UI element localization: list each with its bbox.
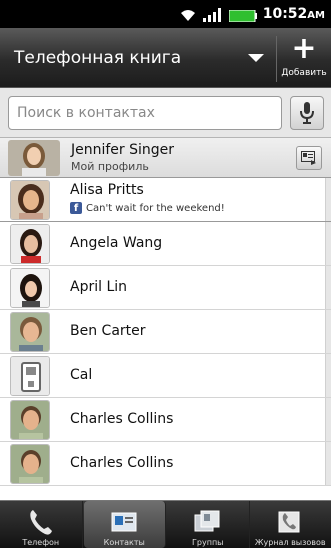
contact-name: Charles Collins xyxy=(70,411,174,427)
avatar xyxy=(10,356,50,396)
bottom-tab-bar: Телефон Контакты Группы Журнал вызовов xyxy=(0,500,331,548)
avatar xyxy=(10,444,50,484)
scroll-edge xyxy=(325,442,331,485)
app-header: Телефонная книга + Добавить xyxy=(0,28,331,88)
wifi-icon xyxy=(179,6,197,22)
my-profile-row[interactable]: Jennifer Singer Мой профиль xyxy=(0,138,331,178)
plus-icon: + xyxy=(291,31,317,66)
scroll-edge xyxy=(325,222,331,265)
avatar xyxy=(8,140,60,176)
page-title[interactable]: Телефонная книга xyxy=(14,48,181,68)
list-item[interactable]: April Lin xyxy=(0,266,331,310)
voice-search-button[interactable] xyxy=(290,96,324,130)
facebook-icon: f xyxy=(70,202,82,214)
call-log-icon xyxy=(278,511,300,533)
chevron-down-icon[interactable] xyxy=(248,54,264,62)
tab-label: Телефон xyxy=(22,538,60,547)
list-item[interactable]: Ben Carter xyxy=(0,310,331,354)
contact-card-button[interactable] xyxy=(296,146,322,170)
status-bar: 10:52AM xyxy=(0,0,331,28)
header-divider xyxy=(276,36,277,82)
avatar xyxy=(10,180,50,220)
clock: 10:52AM xyxy=(262,6,325,22)
signal-icon xyxy=(202,6,223,22)
list-item[interactable]: Charles Collins xyxy=(0,442,331,486)
list-item[interactable]: Cal xyxy=(0,354,331,398)
contact-name: April Lin xyxy=(70,279,128,295)
status-text: Can't wait for the weekend! xyxy=(86,202,225,214)
phone-icon xyxy=(30,510,52,535)
add-label: Добавить xyxy=(281,68,327,78)
contacts-icon xyxy=(111,512,137,532)
list-item[interactable]: Alisa Pritts f Can't wait for the weeken… xyxy=(0,178,331,222)
avatar xyxy=(10,312,50,352)
tab-contacts[interactable]: Контакты xyxy=(83,501,166,548)
scroll-edge xyxy=(325,398,331,441)
avatar xyxy=(10,224,50,264)
contact-name: Angela Wang xyxy=(70,235,163,251)
avatar xyxy=(10,268,50,308)
battery-icon xyxy=(228,6,257,22)
tab-groups[interactable]: Группы xyxy=(167,501,250,548)
profile-name: Jennifer Singer xyxy=(71,142,175,158)
contact-status: f Can't wait for the weekend! xyxy=(70,202,225,214)
search-bar xyxy=(0,88,331,138)
contact-card-icon xyxy=(301,151,316,165)
microphone-icon xyxy=(300,102,314,124)
add-contact-button[interactable]: + Добавить xyxy=(279,34,329,84)
search-input[interactable] xyxy=(8,96,282,130)
contact-name: Ben Carter xyxy=(70,323,146,339)
scroll-edge xyxy=(325,310,331,353)
contact-name: Alisa Pritts xyxy=(70,182,144,198)
contact-name: Charles Collins xyxy=(70,455,174,471)
tab-label: Контакты xyxy=(103,538,145,547)
list-item[interactable]: Angela Wang xyxy=(0,222,331,266)
avatar xyxy=(10,400,50,440)
contact-list[interactable]: Alisa Pritts f Can't wait for the weeken… xyxy=(0,178,331,500)
contact-name: Cal xyxy=(70,367,93,383)
scroll-edge xyxy=(325,354,331,397)
tab-label: Группы xyxy=(192,538,224,547)
tab-call-log[interactable]: Журнал вызовов xyxy=(250,501,331,548)
profile-subtitle: Мой профиль xyxy=(71,160,149,173)
list-item[interactable]: Charles Collins xyxy=(0,398,331,442)
scroll-edge xyxy=(325,266,331,309)
tab-label: Журнал вызовов xyxy=(254,538,326,547)
groups-icon xyxy=(194,510,220,532)
scroll-edge xyxy=(325,178,331,221)
tab-phone[interactable]: Телефон xyxy=(0,501,83,548)
